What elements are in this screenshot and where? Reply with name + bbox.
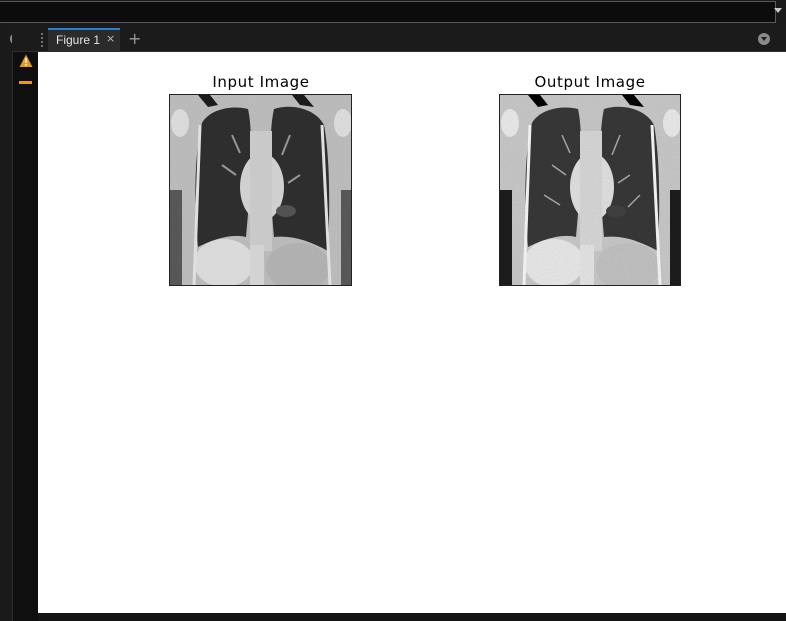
tab-figure-1[interactable]: Figure 1 × [48, 28, 120, 52]
input-image-title: Input Image [212, 73, 310, 91]
minus-icon [19, 81, 32, 84]
input-image [169, 94, 352, 286]
close-icon[interactable]: × [106, 32, 115, 45]
drag-handle-icon[interactable] [40, 32, 44, 48]
bottom-status-strip [38, 613, 786, 621]
warning-triangle-icon[interactable] [19, 54, 33, 68]
chevron-down-icon[interactable] [774, 8, 782, 13]
output-image [499, 94, 681, 286]
top-toolbar [0, 0, 786, 27]
add-tab-button[interactable]: + [128, 29, 141, 49]
tab-label: Figure 1 [56, 33, 101, 47]
current-folder-field[interactable] [0, 1, 776, 23]
code-gutter [12, 52, 38, 621]
left-panel [0, 27, 12, 621]
output-image-title: Output Image [534, 73, 646, 91]
tab-menu-icon[interactable] [758, 33, 770, 45]
